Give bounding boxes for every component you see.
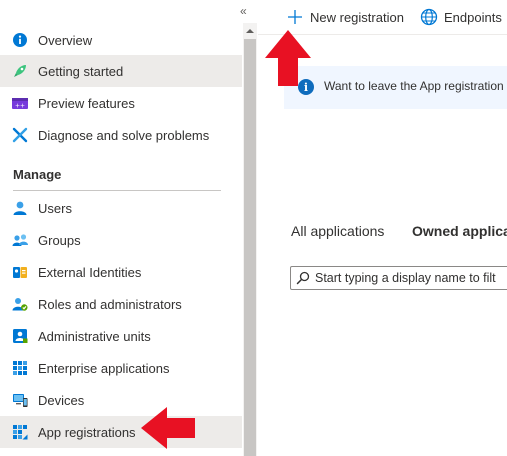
sidebar-item-label: Users [38,200,72,216]
sidebar-item-label: Roles and administrators [38,296,182,312]
search-input[interactable] [315,268,507,288]
external-identities-icon [12,264,28,280]
sidebar-item-groups[interactable]: Groups [0,224,242,256]
sidebar-item-enterprise-applications[interactable]: Enterprise applications [0,352,242,384]
plus-icon [286,8,304,26]
rocket-icon [12,63,28,79]
sidebar-item-administrative-units[interactable]: Administrative units [0,320,242,352]
sidebar-item-getting-started[interactable]: Getting started [0,55,242,87]
search-icon [296,271,310,285]
sidebar-item-preview-features[interactable]: ++ Preview features [0,87,242,119]
new-registration-label: New registration [310,9,404,25]
new-registration-button[interactable]: New registration [286,6,404,28]
sidebar-scrollbar[interactable] [243,23,257,456]
tab-all-applications[interactable]: All applications [291,223,384,239]
sidebar-item-label: Diagnose and solve problems [38,127,210,143]
devices-icon [12,392,28,408]
enterprise-apps-icon [12,360,28,376]
section-divider [13,190,221,191]
info-banner-text: Want to leave the App registration [324,79,504,93]
endpoints-label: Endpoints [444,9,502,25]
app-registrations-icon [12,424,28,440]
sidebar-item-devices[interactable]: Devices [0,384,242,416]
sidebar-item-label: Overview [38,32,93,48]
endpoints-button[interactable]: Endpoints [420,6,502,28]
sidebar-item-label: Enterprise applications [38,360,170,376]
red-up-arrow-icon [265,30,311,86]
globe-icon [420,8,438,26]
sidebar-item-external-identities[interactable]: External Identities [0,256,242,288]
tab-owned-applications[interactable]: Owned applica [412,223,507,239]
sidebar-item-users[interactable]: Users [0,192,242,224]
svg-text:++: ++ [15,103,25,110]
collapse-sidebar-button[interactable]: « [240,3,252,19]
sidebar-item-label: Devices [38,392,85,408]
sidebar-item-label: Preview features [38,95,135,111]
wrench-icon [12,127,28,143]
sidebar-item-label: Administrative units [38,328,151,344]
sidebar-item-app-registrations[interactable]: App registrations [0,416,242,448]
sidebar-item-label: App registrations [38,424,136,440]
info-banner: i Want to leave the App registration [284,66,507,109]
scroll-up-arrow-icon[interactable] [243,25,257,37]
search-box[interactable] [290,266,507,290]
sidebar-item-label: Getting started [38,63,124,79]
scrollbar-thumb[interactable] [244,39,256,456]
sidebar-item-label: Groups [38,232,81,248]
admin-units-icon [12,328,28,344]
info-icon [12,32,28,48]
sidebar-nav: Overview Getting started ++ Preview feat… [0,0,242,456]
roles-icon [12,296,28,312]
manage-section-heading: Manage [13,167,62,182]
user-icon [12,200,28,216]
sidebar-item-overview[interactable]: Overview [0,24,242,56]
groups-icon [12,232,28,248]
sidebar-item-label: External Identities [38,264,142,280]
preview-features-icon: ++ [12,95,28,111]
red-left-arrow-icon [141,407,195,449]
sidebar-item-roles[interactable]: Roles and administrators [0,288,242,320]
sidebar-item-diagnose[interactable]: Diagnose and solve problems [0,119,242,151]
